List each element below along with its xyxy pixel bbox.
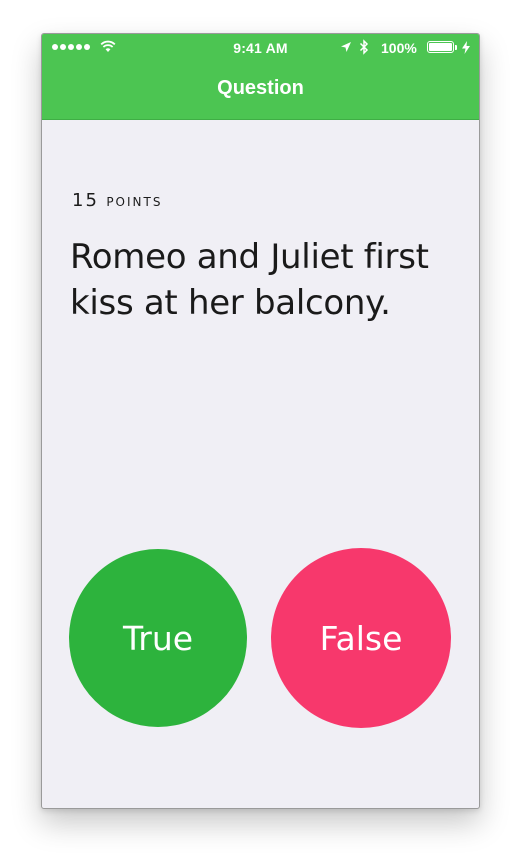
bluetooth-icon xyxy=(359,39,369,55)
location-arrow-icon xyxy=(341,42,351,52)
points-label: 15 points xyxy=(72,190,162,211)
points-unit: points xyxy=(106,191,163,211)
navigation-bar: 9:41 AM 100% Question xyxy=(42,34,479,120)
battery-icon xyxy=(427,41,454,53)
app-window: 9:41 AM 100% Question 15 points Romeo an… xyxy=(41,33,480,809)
nav-title: Question xyxy=(217,77,304,99)
status-bar: 9:41 AM 100% xyxy=(42,34,479,62)
points-value: 15 xyxy=(72,190,99,211)
true-button[interactable]: True xyxy=(69,549,247,727)
false-button[interactable]: False xyxy=(271,548,451,728)
charging-bolt-icon xyxy=(462,41,470,54)
battery-tip xyxy=(455,45,457,50)
question-text: Romeo and Juliet first kiss at her balco… xyxy=(70,237,429,323)
battery-percentage: 100% xyxy=(381,40,417,56)
